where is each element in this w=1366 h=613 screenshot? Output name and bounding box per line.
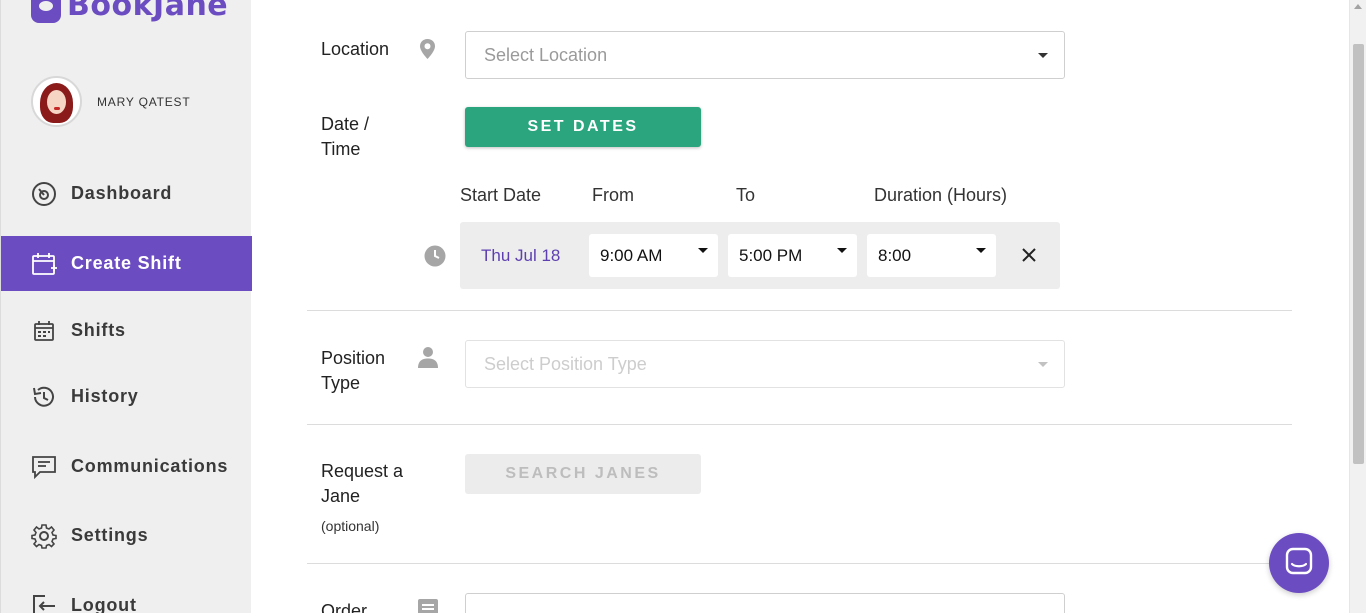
sidebar-item-label: Logout xyxy=(71,595,137,613)
sidebar-item-dashboard[interactable]: Dashboard xyxy=(1,166,252,221)
scrollbar[interactable] xyxy=(1349,0,1366,613)
chat-launcher-button[interactable] xyxy=(1269,533,1329,593)
request-label-line1: Request a xyxy=(321,461,404,481)
sidebar-item-label: Shifts xyxy=(71,320,126,340)
column-from: From xyxy=(592,185,634,205)
optional-label: (optional) xyxy=(321,518,380,534)
sidebar-item-create-shift[interactable]: Create Shift xyxy=(1,236,252,291)
to-time-value: 5:00 PM xyxy=(739,245,803,265)
location-select[interactable]: Select Location xyxy=(465,31,1065,79)
sidebar-item-label: Communications xyxy=(71,456,229,476)
location-placeholder: Select Location xyxy=(484,44,608,65)
calendar-plus-icon xyxy=(31,251,57,277)
sidebar-item-history[interactable]: History xyxy=(1,369,252,424)
chevron-down-icon xyxy=(1038,53,1048,58)
shift-row: Thu Jul 18 9:00 AM 5:00 PM 8:00 xyxy=(460,222,1060,289)
scroll-up-arrow-icon[interactable] xyxy=(1354,4,1362,9)
clock-icon xyxy=(424,245,446,272)
section-divider xyxy=(307,310,1292,311)
order-input[interactable] xyxy=(465,593,1065,613)
calendar-icon xyxy=(31,318,57,344)
from-time-select[interactable]: 9:00 AM xyxy=(589,234,718,277)
sidebar-item-label: History xyxy=(71,386,139,406)
person-icon xyxy=(417,346,439,373)
chevron-down-icon xyxy=(698,248,708,253)
section-divider xyxy=(307,424,1292,425)
chat-bubble-icon xyxy=(1285,547,1313,580)
brand-logo[interactable]: BookJane xyxy=(31,0,228,23)
to-time-select[interactable]: 5:00 PM xyxy=(728,234,857,277)
duration-select[interactable]: 8:00 xyxy=(867,234,996,277)
position-label-line1: Position xyxy=(321,348,386,368)
request-label-line2: Jane xyxy=(321,486,361,506)
map-pin-icon xyxy=(418,38,437,65)
sidebar: BookJane MARY QATEST Dashboard Create Sh… xyxy=(0,0,252,613)
section-divider xyxy=(307,563,1292,564)
user-profile[interactable]: MARY QATEST xyxy=(31,76,191,127)
order-label: Order xyxy=(321,601,368,613)
sidebar-item-shifts[interactable]: Shifts xyxy=(1,303,252,358)
brand-name: BookJane xyxy=(67,0,229,23)
column-to: To xyxy=(736,185,756,205)
duration-value: 8:00 xyxy=(878,245,912,265)
sidebar-item-logout[interactable]: Logout xyxy=(1,578,252,613)
chevron-down-icon xyxy=(1038,362,1048,367)
sidebar-item-label: Create Shift xyxy=(71,253,182,273)
datetime-label-line1: Date / xyxy=(321,114,370,134)
position-type-placeholder: Select Position Type xyxy=(484,353,647,374)
sidebar-item-communications[interactable]: Communications xyxy=(1,439,252,494)
chevron-down-icon xyxy=(976,248,986,253)
sidebar-item-label: Dashboard xyxy=(71,183,173,203)
shift-start-date[interactable]: Thu Jul 18 xyxy=(481,246,560,266)
user-name: MARY QATEST xyxy=(97,94,191,109)
chevron-down-icon xyxy=(837,248,847,253)
set-dates-button[interactable]: SET DATES xyxy=(465,107,701,147)
history-icon xyxy=(31,384,57,410)
notes-icon xyxy=(417,598,439,613)
from-time-value: 9:00 AM xyxy=(600,245,663,265)
column-duration: Duration (Hours) xyxy=(874,185,1008,205)
create-shift-form: Location Select Location Date / Time SET… xyxy=(251,0,1349,613)
avatar xyxy=(31,76,82,127)
gear-icon xyxy=(31,523,57,549)
column-start-date: Start Date xyxy=(460,185,542,205)
sidebar-item-label: Settings xyxy=(71,525,149,545)
datetime-label-line2: Time xyxy=(321,139,361,159)
position-label-line2: Type xyxy=(321,373,361,393)
close-icon[interactable] xyxy=(1018,244,1040,266)
sidebar-item-settings[interactable]: Settings xyxy=(1,508,252,563)
search-janes-button[interactable]: SEARCH JANES xyxy=(465,454,701,494)
location-label: Location xyxy=(321,39,390,59)
chat-icon xyxy=(31,454,57,480)
dashboard-icon xyxy=(31,181,57,207)
logout-icon xyxy=(31,593,57,613)
scrollbar-thumb[interactable] xyxy=(1353,44,1364,464)
logo-icon xyxy=(31,0,61,23)
position-type-select[interactable]: Select Position Type xyxy=(465,340,1065,388)
